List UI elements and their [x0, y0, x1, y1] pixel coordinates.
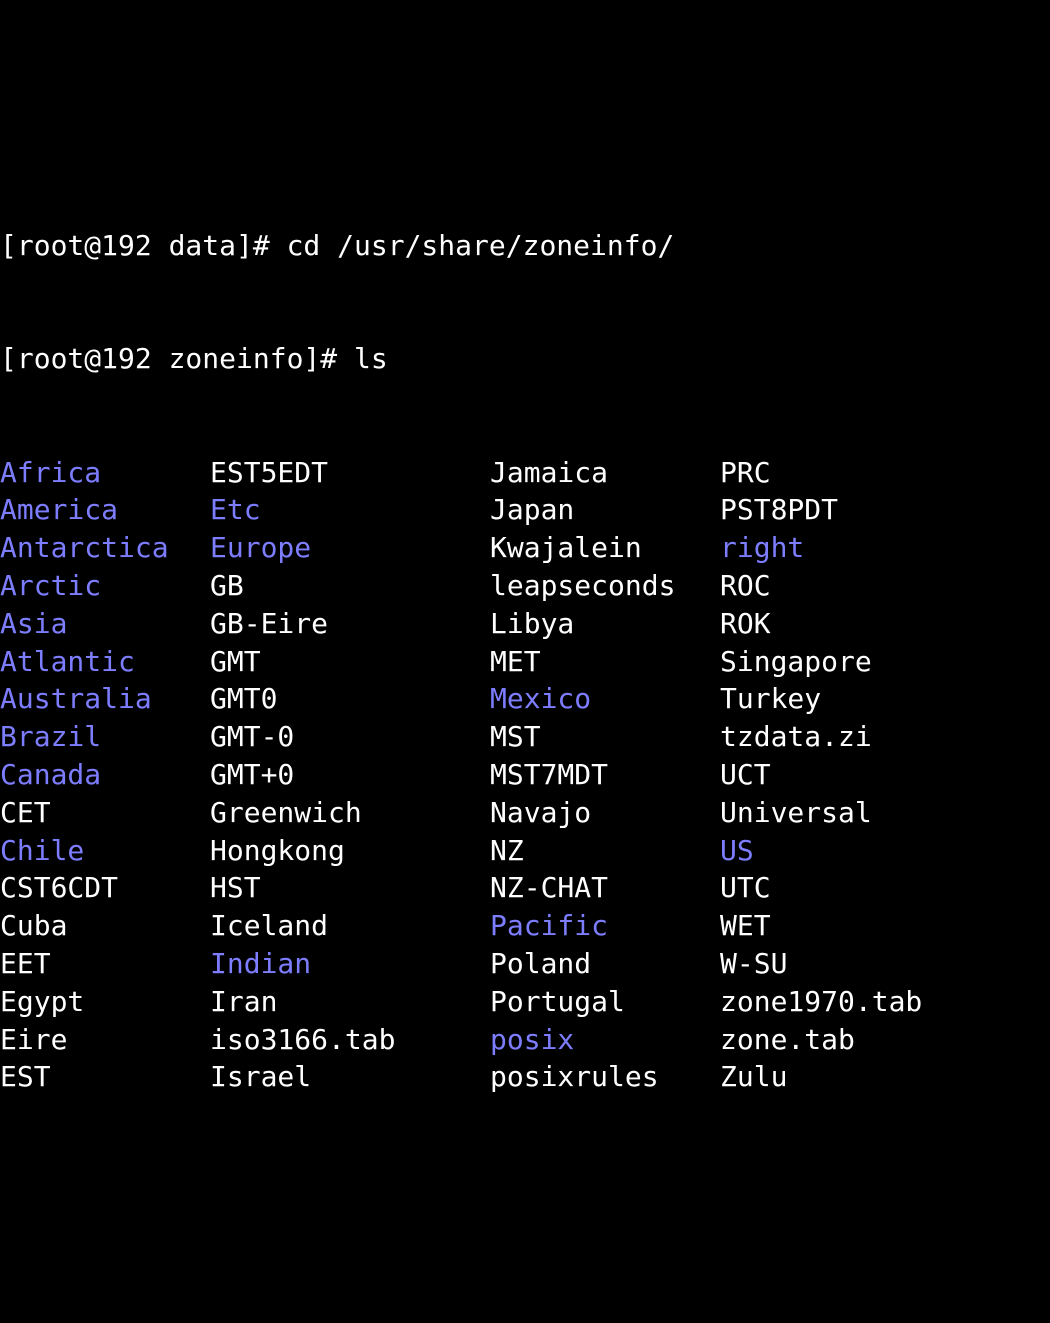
- listing-row: BrazilGMT-0MSTtzdata.zi: [0, 718, 1050, 756]
- file-entry: EST: [0, 1058, 210, 1096]
- file-entry: Iran: [210, 983, 490, 1021]
- directory-entry: posix: [490, 1021, 720, 1059]
- directory-entry: Chile: [0, 832, 210, 870]
- file-entry: NZ-CHAT: [490, 869, 720, 907]
- file-entry: tzdata.zi: [720, 718, 872, 756]
- file-entry: MST7MDT: [490, 756, 720, 794]
- listing-row: AmericaEtcJapanPST8PDT: [0, 491, 1050, 529]
- directory-entry: Pacific: [490, 907, 720, 945]
- file-entry: ROK: [720, 605, 771, 643]
- listing-row: AtlanticGMTMETSingapore: [0, 643, 1050, 681]
- directory-entry: Indian: [210, 945, 490, 983]
- file-entry: UCT: [720, 756, 771, 794]
- file-entry: Israel: [210, 1058, 490, 1096]
- file-entry: CST6CDT: [0, 869, 210, 907]
- file-entry: GMT-0: [210, 718, 490, 756]
- file-entry: Eire: [0, 1021, 210, 1059]
- listing-row: CST6CDTHSTNZ-CHATUTC: [0, 869, 1050, 907]
- listing-row: ArcticGBleapsecondsROC: [0, 567, 1050, 605]
- listing-row: AsiaGB-EireLibyaROK: [0, 605, 1050, 643]
- listing-row: ESTIsraelposixrulesZulu: [0, 1058, 1050, 1096]
- file-entry: GMT+0: [210, 756, 490, 794]
- file-entry: GMT0: [210, 680, 490, 718]
- file-entry: PRC: [720, 454, 771, 492]
- file-entry: leapseconds: [490, 567, 720, 605]
- file-entry: Poland: [490, 945, 720, 983]
- listing-row: ChileHongkongNZUS: [0, 832, 1050, 870]
- file-entry: Jamaica: [490, 454, 720, 492]
- file-entry: zone.tab: [720, 1021, 855, 1059]
- directory-entry: Etc: [210, 491, 490, 529]
- directory-entry: Asia: [0, 605, 210, 643]
- directory-entry: America: [0, 491, 210, 529]
- listing-row: CETGreenwichNavajoUniversal: [0, 794, 1050, 832]
- file-entry: Universal: [720, 794, 872, 832]
- file-entry: ROC: [720, 567, 771, 605]
- file-entry: Navajo: [490, 794, 720, 832]
- directory-entry: Australia: [0, 680, 210, 718]
- directory-entry: Brazil: [0, 718, 210, 756]
- directory-entry: Africa: [0, 454, 210, 492]
- file-entry: zone1970.tab: [720, 983, 922, 1021]
- file-entry: UTC: [720, 869, 771, 907]
- file-entry: Kwajalein: [490, 529, 720, 567]
- file-entry: Japan: [490, 491, 720, 529]
- directory-entry: Canada: [0, 756, 210, 794]
- prompt-line-ls: [root@192 zoneinfo]# ls: [0, 340, 1050, 378]
- file-entry: iso3166.tab: [210, 1021, 490, 1059]
- file-entry: Singapore: [720, 643, 872, 681]
- directory-entry: Mexico: [490, 680, 720, 718]
- ls-listing: AfricaEST5EDTJamaicaPRCAmericaEtcJapanPS…: [0, 454, 1050, 1097]
- file-entry: Greenwich: [210, 794, 490, 832]
- file-entry: Libya: [490, 605, 720, 643]
- file-entry: Egypt: [0, 983, 210, 1021]
- file-entry: PST8PDT: [720, 491, 838, 529]
- directory-entry: Antarctica: [0, 529, 210, 567]
- file-entry: W-SU: [720, 945, 787, 983]
- file-entry: Zulu: [720, 1058, 787, 1096]
- file-entry: CET: [0, 794, 210, 832]
- file-entry: MST: [490, 718, 720, 756]
- listing-row: EgyptIranPortugalzone1970.tab: [0, 983, 1050, 1021]
- file-entry: GMT: [210, 643, 490, 681]
- file-entry: Cuba: [0, 907, 210, 945]
- listing-row: AfricaEST5EDTJamaicaPRC: [0, 454, 1050, 492]
- terminal-output[interactable]: [root@192 data]# cd /usr/share/zoneinfo/…: [0, 151, 1050, 1134]
- prompt-line-cd: [root@192 data]# cd /usr/share/zoneinfo/: [0, 227, 1050, 265]
- file-entry: MET: [490, 643, 720, 681]
- directory-entry: right: [720, 529, 804, 567]
- file-entry: posixrules: [490, 1058, 720, 1096]
- file-entry: HST: [210, 869, 490, 907]
- file-entry: NZ: [490, 832, 720, 870]
- file-entry: EET: [0, 945, 210, 983]
- file-entry: WET: [720, 907, 771, 945]
- listing-row: CanadaGMT+0MST7MDTUCT: [0, 756, 1050, 794]
- file-entry: Hongkong: [210, 832, 490, 870]
- file-entry: Turkey: [720, 680, 821, 718]
- file-entry: Portugal: [490, 983, 720, 1021]
- listing-row: Eireiso3166.tabposixzone.tab: [0, 1021, 1050, 1059]
- listing-row: AntarcticaEuropeKwajaleinright: [0, 529, 1050, 567]
- file-entry: EST5EDT: [210, 454, 490, 492]
- file-entry: GB-Eire: [210, 605, 490, 643]
- file-entry: Iceland: [210, 907, 490, 945]
- listing-row: EETIndianPolandW-SU: [0, 945, 1050, 983]
- listing-row: AustraliaGMT0MexicoTurkey: [0, 680, 1050, 718]
- directory-entry: Arctic: [0, 567, 210, 605]
- listing-row: CubaIcelandPacificWET: [0, 907, 1050, 945]
- directory-entry: Atlantic: [0, 643, 210, 681]
- file-entry: GB: [210, 567, 490, 605]
- directory-entry: Europe: [210, 529, 490, 567]
- directory-entry: US: [720, 832, 754, 870]
